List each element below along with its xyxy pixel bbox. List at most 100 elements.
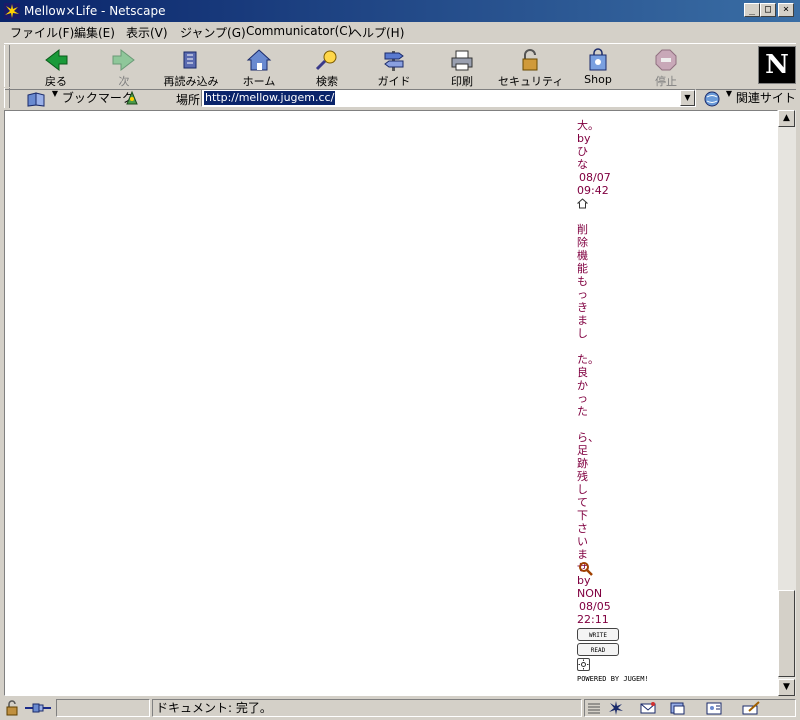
vertical-scrollbar[interactable]: ▲ ▼ [778,110,796,696]
comment-text: 足 [577,444,588,457]
scroll-thumb[interactable] [778,590,795,677]
comment-text: 良 [577,366,588,379]
bookmark-book-icon [27,91,45,107]
printer-icon [451,50,473,71]
bookmarks-button[interactable]: ▼ ブックマーク [26,89,134,107]
status-bar: ドキュメント: 完了。 [0,697,800,720]
back-label: 戻る [45,75,67,88]
stop-icon [655,49,677,71]
search-label: 検索 [316,75,338,88]
comment-text: ま [577,548,588,561]
comments-column: 大。 by ひ な 08/07 09:42 削 除 機 能 も っ き ま し … [577,119,649,686]
write-button[interactable]: WRITE [577,628,619,641]
related-sites-button[interactable]: ▼ 関連サイト [704,89,796,107]
comment-date: 08/05 [579,600,611,613]
scroll-down-button[interactable]: ▼ [778,679,795,696]
netscape-logo[interactable]: N [758,46,796,84]
back-button[interactable]: 戻る [24,46,88,88]
comment-by: by [577,132,591,145]
related-sites-label: 関連サイト [735,91,796,105]
mail-icon[interactable] [639,700,657,716]
netscape-app-icon[interactable] [4,3,20,19]
bookmarks-dropdown-icon: ▼ [51,89,58,98]
menu-go[interactable]: ジャンプ(G) [180,24,246,41]
connection-status-icon[interactable] [24,700,52,716]
print-label: 印刷 [451,75,473,88]
newsgroup-icon[interactable] [669,700,687,716]
menu-communicator[interactable]: Communicator(C) [246,24,352,38]
window-title: Mellow×Life - Netscape [24,4,166,18]
comment-author[interactable]: ひ [577,145,623,158]
url-text[interactable]: http://mellow.jugem.cc/ [204,91,336,105]
comment-text: 削 [577,223,588,236]
search-icon [315,50,337,71]
address-book-icon[interactable] [705,700,723,716]
forward-arrow-icon [112,48,135,72]
guide-label: ガイド [377,75,411,88]
home-label: ホーム [242,75,276,88]
back-arrow-icon [45,48,68,72]
comment-text: 機 [577,249,588,262]
navigator-icon[interactable] [607,700,625,716]
related-dropdown-icon: ▼ [725,89,732,98]
sun-icon[interactable] [577,658,590,671]
component-bar [584,699,796,717]
close-button[interactable]: × [778,3,794,17]
comment-text: し [577,483,588,496]
comment-text: さ [577,522,588,535]
page-proxy-icon[interactable] [124,90,140,106]
forward-button[interactable]: 次 [92,46,156,88]
location-label: 場所: [176,93,205,107]
reload-button[interactable]: 再読み込み [159,46,223,88]
url-history-dropdown[interactable]: ▼ [680,90,695,106]
comment-text: っ [577,392,588,405]
url-input[interactable]: http://mellow.jugem.cc/ ▼ [201,89,696,107]
scroll-up-button[interactable]: ▲ [778,110,795,127]
guide-button[interactable]: ガイド [362,46,426,88]
security-status-icon[interactable] [4,700,20,716]
component-grip-icon[interactable] [587,702,601,714]
comment-text: き [577,301,588,314]
maximize-button[interactable]: □ [760,3,776,17]
comment-text: 除 [577,236,588,249]
minimize-button[interactable]: _ [744,3,760,17]
location-grip[interactable] [4,88,10,108]
comment-text: 残 [577,470,588,483]
read-button[interactable]: READ [577,643,619,656]
comment-text: 能 [577,262,588,275]
comment-text: も [577,275,588,288]
comment-text: 大。 [577,119,599,132]
menu-help[interactable]: ヘルプ(H) [350,24,404,41]
home-small-icon[interactable] [577,198,588,209]
comment-text: 下 [577,509,588,522]
shop-bag-icon [589,48,607,71]
page-content: 大。 by ひ な 08/07 09:42 削 除 機 能 も っ き ま し … [4,110,778,696]
toolbar-grip[interactable] [4,45,10,87]
comment-text: っ [577,288,588,301]
comment-text: し [577,327,588,340]
security-label: セキュリティ [498,75,564,88]
comment-text: た。 [577,353,599,366]
menu-file[interactable]: ファイル(F) [10,24,74,41]
progress-bar [56,699,150,717]
related-sites-icon [704,91,720,106]
wrench-emoji-icon [579,562,593,576]
print-button[interactable]: 印刷 [430,46,494,88]
home-button[interactable]: ホーム [227,46,291,88]
comment-author[interactable]: NON [577,587,623,600]
powered-by-label[interactable]: POWERED BY JUGEM! [577,673,649,686]
security-button[interactable]: セキュリティ [498,46,564,88]
menu-edit[interactable]: 編集(E) [74,24,115,41]
shop-label: Shop [584,73,612,86]
comment-author[interactable]: な [577,158,623,171]
search-button[interactable]: 検索 [295,46,359,88]
stop-button[interactable]: 停止 [634,46,698,88]
stop-label: 停止 [655,75,677,88]
title-bar: Mellow×Life - Netscape _ □ × [0,0,800,22]
composer-icon[interactable] [741,700,761,716]
menu-view[interactable]: 表示(V) [126,24,168,41]
shop-button[interactable]: Shop [566,46,630,86]
comment-text: て [577,496,588,509]
